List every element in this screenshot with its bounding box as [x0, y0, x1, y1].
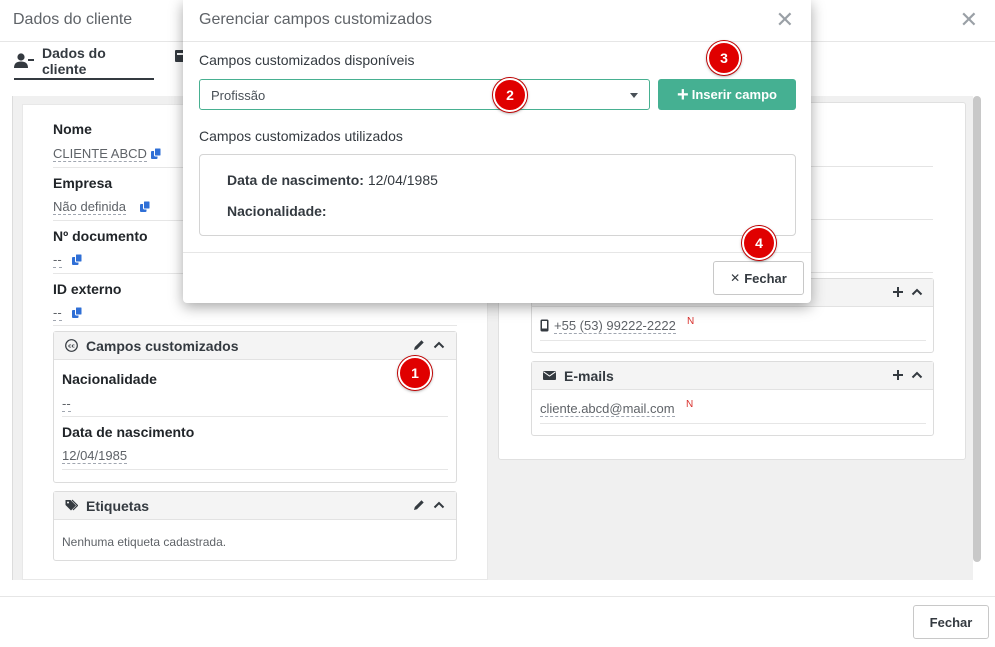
used-field-label: Data de nascimento:	[227, 172, 364, 188]
modal-footer-separator	[183, 252, 811, 253]
separator	[540, 423, 926, 424]
company-value[interactable]: Não definida	[53, 199, 126, 215]
custom-field-label: Data de nascimento	[62, 424, 195, 440]
document-value[interactable]: --	[53, 252, 62, 268]
copy-icon[interactable]	[140, 201, 150, 212]
emails-card: E-mails cliente.abcd@mail.com N	[531, 361, 934, 436]
copy-icon[interactable]	[72, 307, 82, 318]
select-value: Profissão	[211, 88, 266, 103]
annotation-badge-2: 2	[493, 78, 527, 112]
custom-field-value[interactable]: 12/04/1985	[62, 448, 128, 464]
user-icon	[14, 53, 34, 68]
pencil-icon[interactable]	[412, 338, 426, 352]
email-address[interactable]: cliente.abcd@mail.com	[540, 401, 675, 417]
separator	[62, 469, 448, 470]
used-field-label: Nacionalidade:	[227, 203, 327, 219]
footer-separator	[0, 596, 995, 597]
external-id-label: ID externo	[53, 281, 122, 297]
custom-fields-title: Campos customizados	[86, 337, 239, 354]
plus-icon[interactable]	[891, 285, 905, 299]
close-button[interactable]: Fechar	[913, 605, 989, 639]
plus-icon: +	[677, 83, 689, 106]
tags-title: Etiquetas	[86, 497, 150, 514]
tags-card: Etiquetas Nenhuma etiqueta cadastrada.	[53, 491, 457, 561]
chevron-up-icon[interactable]	[910, 368, 924, 382]
close-icon: ✕	[730, 271, 741, 285]
separator	[53, 325, 457, 326]
annotation-badge-1: 1	[398, 356, 432, 390]
used-field-row: Data de nascimento: 12/04/1985	[227, 172, 438, 188]
tab-dados-do-cliente[interactable]: Dados do cliente	[14, 44, 154, 80]
dialog-title: Dados do cliente	[13, 11, 133, 28]
tab-label: Dados do cliente	[42, 45, 106, 77]
chevron-up-icon[interactable]	[432, 338, 446, 352]
cc-icon: cc	[65, 339, 78, 352]
chevron-up-icon[interactable]	[432, 498, 446, 512]
used-field-value: 12/04/1985	[367, 172, 438, 188]
custom-field-select[interactable]: Profissão	[199, 79, 650, 110]
modal-close-label: Fechar	[744, 270, 787, 286]
mobile-phone-icon	[540, 319, 549, 332]
insert-field-button[interactable]: + Inserir campo	[658, 79, 796, 110]
modal-close-button[interactable]: ✕ Fechar	[713, 261, 804, 295]
insert-field-label: Inserir campo	[691, 87, 777, 102]
chevron-up-icon[interactable]	[910, 285, 924, 299]
modal-title: Gerenciar campos customizados	[199, 11, 432, 28]
dialog-close-icon[interactable]: ✕	[960, 9, 978, 31]
pencil-icon[interactable]	[412, 498, 426, 512]
used-fields-label: Campos customizados utilizados	[199, 128, 403, 144]
company-label: Empresa	[53, 175, 113, 191]
annotation-badge-4: 4	[742, 226, 776, 260]
document-label: Nº documento	[53, 228, 148, 244]
custom-field-label: Nacionalidade	[62, 371, 157, 387]
name-label: Nome	[53, 121, 92, 137]
modal-close-icon[interactable]: ✕	[776, 9, 794, 31]
tags-card-header: Etiquetas	[54, 492, 456, 520]
annotation-badge-3: 3	[707, 41, 741, 75]
email-flag: N	[686, 399, 694, 410]
emails-card-header: E-mails	[532, 362, 933, 390]
copy-icon[interactable]	[72, 254, 82, 265]
phone-flag: N	[687, 316, 695, 327]
external-id-value[interactable]: --	[53, 305, 62, 321]
custom-field-value[interactable]: --	[62, 396, 71, 412]
separator	[540, 340, 926, 341]
copy-icon[interactable]	[151, 148, 161, 159]
emails-title: E-mails	[564, 367, 614, 384]
plus-icon[interactable]	[891, 368, 905, 382]
separator	[62, 416, 448, 417]
envelope-icon	[543, 371, 556, 380]
tags-empty-text: Nenhuma etiqueta cadastrada.	[62, 535, 227, 549]
used-fields-box: Data de nascimento: 12/04/1985 Nacionali…	[199, 154, 796, 236]
phone-number[interactable]: +55 (53) 99222-2222	[554, 318, 676, 334]
custom-fields-card-header: cc Campos customizados	[54, 332, 456, 360]
svg-text:cc: cc	[68, 344, 75, 350]
tags-icon	[65, 499, 78, 511]
caret-down-icon	[630, 93, 638, 98]
used-field-row: Nacionalidade:	[227, 203, 327, 219]
name-value[interactable]: CLIENTE ABCD	[53, 146, 147, 162]
scrollbar-thumb[interactable]	[973, 96, 981, 562]
available-fields-label: Campos customizados disponíveis	[199, 52, 415, 68]
